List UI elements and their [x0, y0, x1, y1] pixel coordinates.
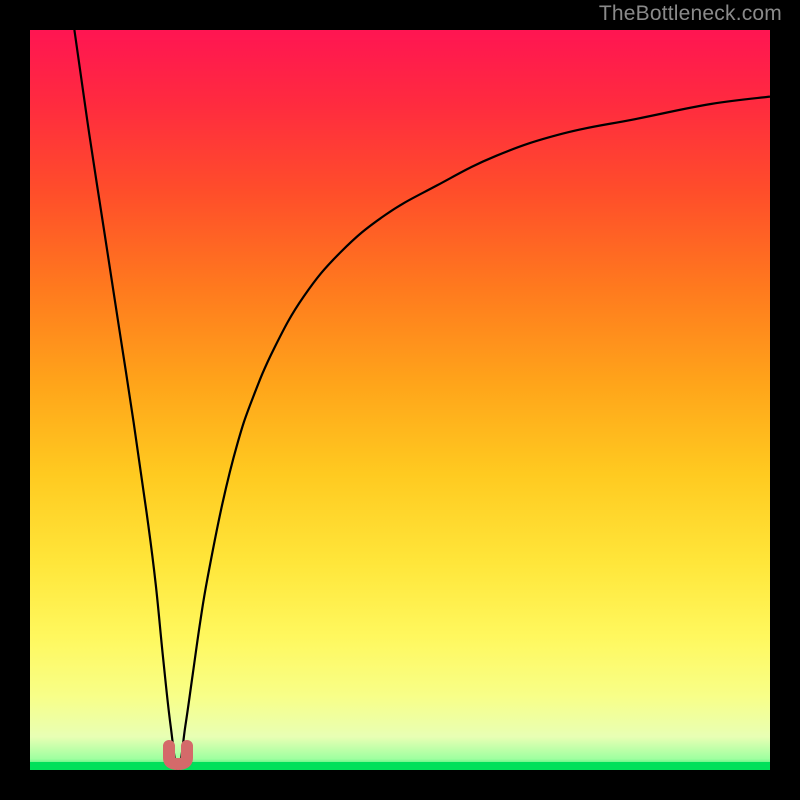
gradient-background	[30, 30, 770, 770]
plot-svg	[30, 30, 770, 770]
green-band	[30, 762, 770, 770]
plot-area	[30, 30, 770, 770]
outer-frame: TheBottleneck.com	[0, 0, 800, 800]
watermark-label: TheBottleneck.com	[599, 2, 782, 26]
